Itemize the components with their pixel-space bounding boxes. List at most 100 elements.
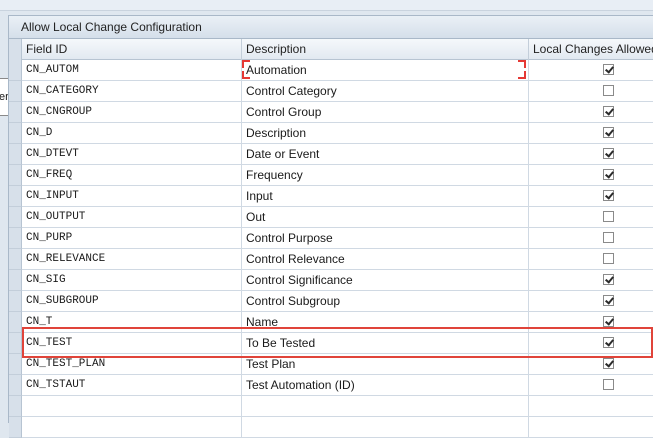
table-row[interactable]: CN_RELEVANCE Control Relevance bbox=[9, 249, 653, 270]
local-changes-cell bbox=[529, 312, 653, 333]
row-selector[interactable] bbox=[9, 354, 22, 375]
row-selector[interactable] bbox=[9, 270, 22, 291]
field-id-cell[interactable]: CN_TSTAUT bbox=[22, 375, 242, 396]
description-cell[interactable]: Control Group bbox=[242, 102, 529, 123]
local-changes-checkbox[interactable] bbox=[603, 127, 614, 138]
row-selector[interactable] bbox=[9, 333, 22, 354]
local-changes-checkbox[interactable] bbox=[603, 148, 614, 159]
table-row[interactable]: CN_TEST_PLAN Test Plan bbox=[9, 354, 653, 375]
description-cell[interactable]: Out bbox=[242, 207, 529, 228]
row-selector[interactable] bbox=[9, 291, 22, 312]
table-row[interactable]: CN_FREQ Frequency bbox=[9, 165, 653, 186]
field-id-cell[interactable]: CN_PURP bbox=[22, 228, 242, 249]
description-cell[interactable]: Control Subgroup bbox=[242, 291, 529, 312]
description-cell[interactable]: To Be Tested bbox=[242, 333, 529, 354]
table-row[interactable]: CN_AUTOM Automation bbox=[9, 60, 653, 81]
empty-cell[interactable] bbox=[22, 417, 242, 438]
table-row[interactable]: CN_CNGROUP Control Group bbox=[9, 102, 653, 123]
local-changes-checkbox[interactable] bbox=[603, 211, 614, 222]
empty-cell[interactable] bbox=[242, 417, 529, 438]
table-row[interactable]: CN_DTEVT Date or Event bbox=[9, 144, 653, 165]
table-row[interactable]: CN_TEST To Be Tested bbox=[9, 333, 653, 354]
field-id-cell[interactable]: CN_DTEVT bbox=[22, 144, 242, 165]
select-all-header[interactable] bbox=[9, 39, 22, 60]
description-cell[interactable]: Automation bbox=[242, 60, 529, 81]
description-cell[interactable]: Name bbox=[242, 312, 529, 333]
row-selector[interactable] bbox=[9, 144, 22, 165]
table-row[interactable]: CN_TSTAUT Test Automation (ID) bbox=[9, 375, 653, 396]
field-id-cell[interactable]: CN_FREQ bbox=[22, 165, 242, 186]
local-changes-checkbox[interactable] bbox=[603, 106, 614, 117]
description-cell[interactable]: Control Category bbox=[242, 81, 529, 102]
local-changes-checkbox[interactable] bbox=[603, 190, 614, 201]
description-cell[interactable]: Date or Event bbox=[242, 144, 529, 165]
field-id-cell[interactable]: CN_OUTPUT bbox=[22, 207, 242, 228]
local-changes-cell bbox=[529, 123, 653, 144]
table-row[interactable]: CN_SIG Control Significance bbox=[9, 270, 653, 291]
table-row[interactable]: CN_SUBGROUP Control Subgroup bbox=[9, 291, 653, 312]
field-id-cell[interactable]: CN_RELEVANCE bbox=[22, 249, 242, 270]
local-changes-checkbox[interactable] bbox=[603, 64, 614, 75]
local-changes-checkbox[interactable] bbox=[603, 232, 614, 243]
description-cell[interactable]: Description bbox=[242, 123, 529, 144]
row-selector[interactable] bbox=[9, 249, 22, 270]
local-changes-checkbox[interactable] bbox=[603, 337, 614, 348]
description-cell[interactable]: Input bbox=[242, 186, 529, 207]
description-cell[interactable]: Control Significance bbox=[242, 270, 529, 291]
field-id-cell[interactable]: CN_TEST_PLAN bbox=[22, 354, 242, 375]
row-selector[interactable] bbox=[9, 207, 22, 228]
field-id-cell[interactable]: CN_SUBGROUP bbox=[22, 291, 242, 312]
column-header-description[interactable]: Description bbox=[242, 39, 529, 60]
description-cell[interactable]: Test Automation (ID) bbox=[242, 375, 529, 396]
description-cell[interactable]: Control Purpose bbox=[242, 228, 529, 249]
local-changes-cell bbox=[529, 207, 653, 228]
field-id-cell[interactable]: CN_TEST bbox=[22, 333, 242, 354]
table-row[interactable]: CN_CATEGORY Control Category bbox=[9, 81, 653, 102]
row-selector[interactable] bbox=[9, 228, 22, 249]
focus-marker bbox=[518, 60, 526, 68]
row-selector[interactable] bbox=[9, 81, 22, 102]
table-row[interactable]: CN_PURP Control Purpose bbox=[9, 228, 653, 249]
local-changes-cell bbox=[529, 333, 653, 354]
empty-row bbox=[9, 417, 653, 438]
row-selector[interactable] bbox=[9, 123, 22, 144]
field-id-cell[interactable]: CN_SIG bbox=[22, 270, 242, 291]
local-changes-checkbox[interactable] bbox=[603, 85, 614, 96]
field-id-cell[interactable]: CN_AUTOM bbox=[22, 60, 242, 81]
row-selector[interactable] bbox=[9, 396, 22, 417]
description-cell[interactable]: Frequency bbox=[242, 165, 529, 186]
local-changes-checkbox[interactable] bbox=[603, 379, 614, 390]
local-changes-checkbox[interactable] bbox=[603, 274, 614, 285]
local-changes-checkbox[interactable] bbox=[603, 169, 614, 180]
row-selector[interactable] bbox=[9, 312, 22, 333]
local-changes-checkbox[interactable] bbox=[603, 316, 614, 327]
row-selector[interactable] bbox=[9, 375, 22, 396]
table-row[interactable]: CN_OUTPUT Out bbox=[9, 207, 653, 228]
local-change-config-panel: Allow Local Change Configuration Field I… bbox=[8, 15, 653, 438]
local-changes-cell bbox=[529, 291, 653, 312]
local-changes-checkbox[interactable] bbox=[603, 358, 614, 369]
local-changes-cell bbox=[529, 81, 653, 102]
row-selector[interactable] bbox=[9, 165, 22, 186]
local-changes-checkbox[interactable] bbox=[603, 295, 614, 306]
row-selector[interactable] bbox=[9, 60, 22, 81]
description-cell[interactable]: Test Plan bbox=[242, 354, 529, 375]
table-row[interactable]: CN_T Name bbox=[9, 312, 653, 333]
column-header-field-id[interactable]: Field ID bbox=[22, 39, 242, 60]
field-id-cell[interactable]: CN_T bbox=[22, 312, 242, 333]
local-changes-checkbox[interactable] bbox=[603, 253, 614, 264]
field-id-cell[interactable]: CN_D bbox=[22, 123, 242, 144]
column-header-local-changes-allowed[interactable]: Local Changes Allowed bbox=[529, 39, 653, 60]
table-row[interactable]: CN_INPUT Input bbox=[9, 186, 653, 207]
empty-cell[interactable] bbox=[242, 396, 529, 417]
field-id-cell[interactable]: CN_CATEGORY bbox=[22, 81, 242, 102]
row-selector[interactable] bbox=[9, 417, 22, 438]
description-cell[interactable]: Control Relevance bbox=[242, 249, 529, 270]
empty-cell[interactable] bbox=[22, 396, 242, 417]
table-row[interactable]: CN_D Description bbox=[9, 123, 653, 144]
row-selector[interactable] bbox=[9, 186, 22, 207]
row-selector[interactable] bbox=[9, 102, 22, 123]
field-id-cell[interactable]: CN_CNGROUP bbox=[22, 102, 242, 123]
field-id-cell[interactable]: CN_INPUT bbox=[22, 186, 242, 207]
local-changes-cell bbox=[529, 249, 653, 270]
